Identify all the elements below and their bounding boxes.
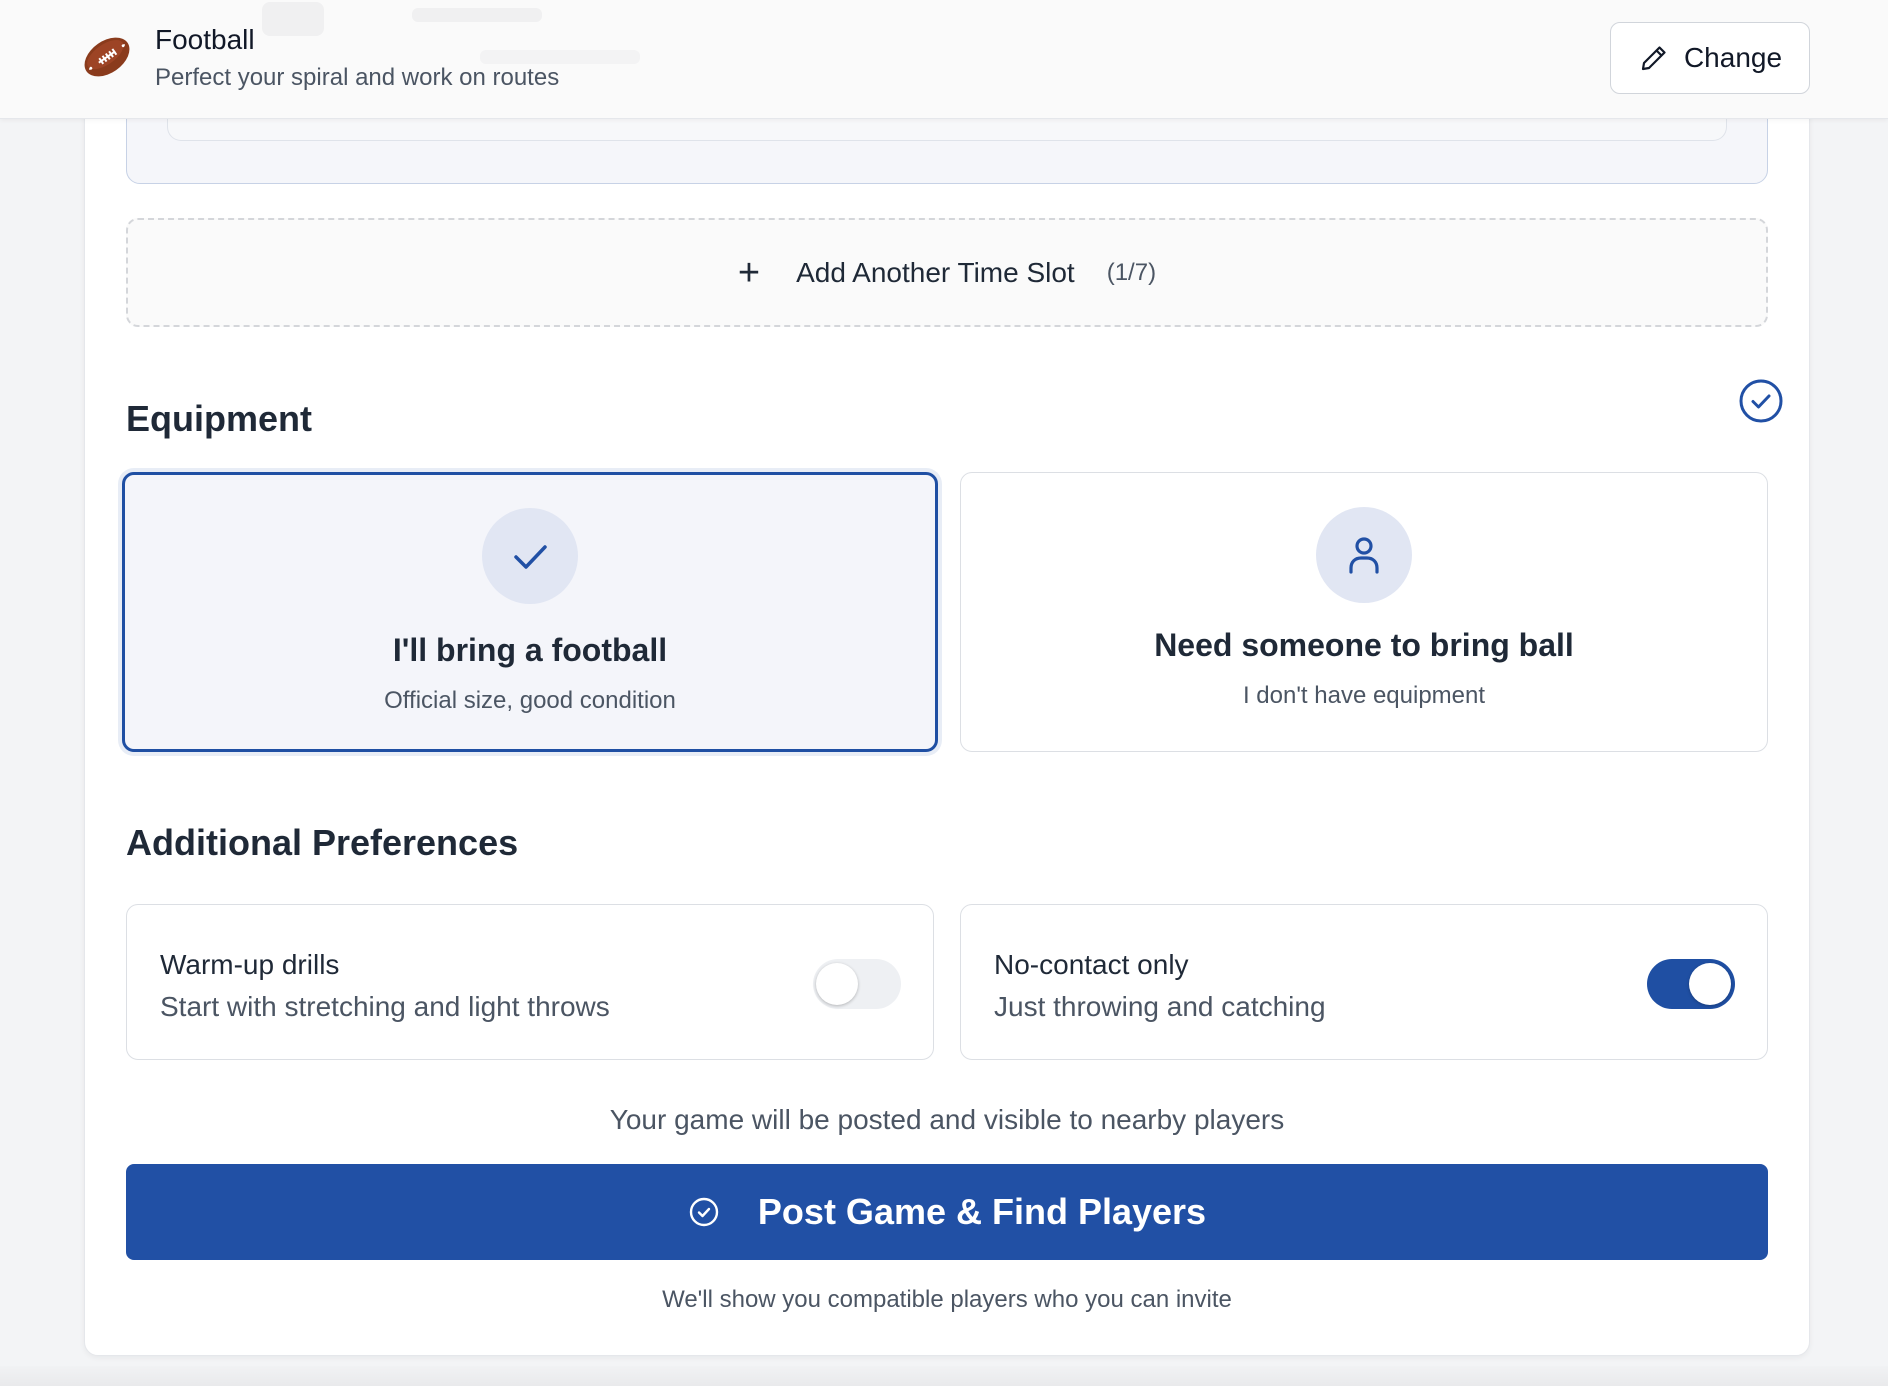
sport-title: Football [155,24,255,55]
option-icon-circle [482,508,578,604]
header-ghost [412,8,542,22]
equipment-option-label: I'll bring a football [392,632,668,668]
add-time-slot-button[interactable]: + Add Another Time Slot (1/7) [126,218,1768,327]
preferences-heading: Additional Preferences [126,822,519,863]
preference-description: Start with stretching and light throws [160,991,610,1022]
change-sport-label: Change [1683,42,1783,73]
option-icon-circle [1316,507,1412,603]
equipment-option-description: I don't have equipment [1242,682,1486,709]
equipment-option-description: Official size, good condition [384,687,676,714]
time-slot-count: (1/7) [1106,258,1157,286]
check-circle-icon [689,1197,719,1227]
preference-title: No-contact only [994,949,1189,980]
check-circle-icon [1739,379,1783,423]
preference-no-contact: No-contact only Just throwing and catchi… [960,904,1768,1060]
toggle-knob [1689,963,1731,1005]
post-notice: Your game will be posted and visible to … [609,1104,1285,1135]
selected-sport-header: Football Perfect your spiral and work on… [0,0,1888,119]
warmup-drills-toggle[interactable] [813,959,901,1009]
toggle-knob [816,963,858,1005]
user-icon [1349,537,1379,574]
app-frame: + Add Another Time Slot (1/7) Equipment … [0,0,1888,1386]
pencil-icon [1641,46,1666,71]
header-ghost [480,50,640,64]
post-footnote: We'll show you compatible players who yo… [662,1286,1232,1313]
preference-description: Just throwing and catching [994,991,1326,1022]
check-icon [514,545,547,569]
equipment-option-bring-football[interactable]: I'll bring a football Official size, goo… [122,472,938,752]
sport-subtitle: Perfect your spiral and work on routes [155,64,560,91]
equipment-option-label: Need someone to bring ball [1154,627,1574,663]
equipment-option-need-ball[interactable]: Need someone to bring ball I don't have … [960,472,1768,752]
no-contact-toggle[interactable] [1647,959,1735,1009]
football-icon [84,37,130,77]
preference-title: Warm-up drills [160,949,340,980]
equipment-heading: Equipment [126,398,312,439]
post-game-button[interactable]: Post Game & Find Players [126,1164,1768,1260]
preference-warmup-drills: Warm-up drills Start with stretching and… [126,904,934,1060]
header-ghost [262,2,324,36]
add-time-slot-label: Add Another Time Slot [796,256,1075,288]
plus-icon: + [737,251,761,294]
page-bottom [0,1366,1888,1386]
change-sport-button[interactable]: Change [1610,22,1810,94]
post-game-label: Post Game & Find Players [757,1191,1207,1232]
